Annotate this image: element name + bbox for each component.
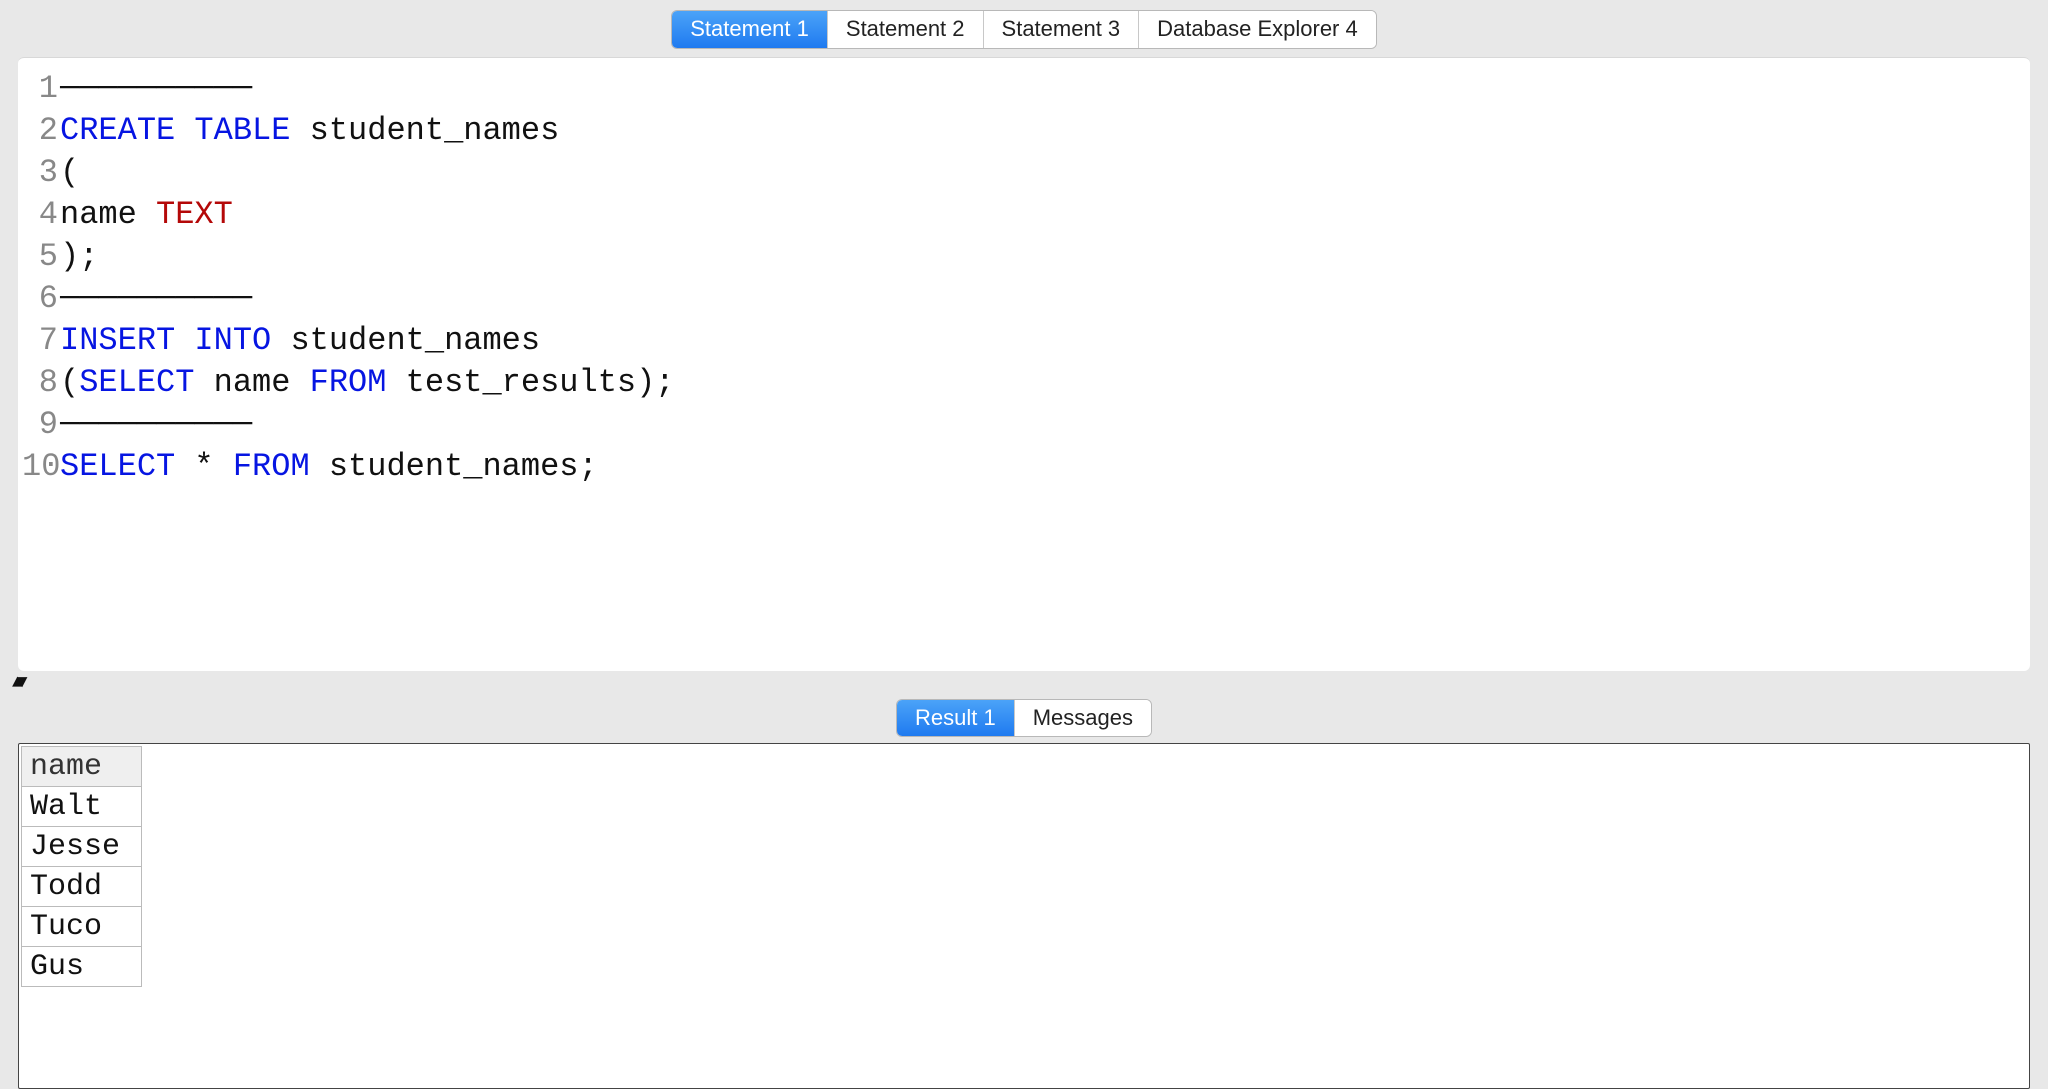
column-header-name[interactable]: name — [22, 747, 142, 787]
cell-name[interactable]: Todd — [22, 867, 142, 907]
top-tab-2[interactable]: Statement 3 — [984, 11, 1140, 48]
top-tab-3[interactable]: Database Explorer 4 — [1139, 11, 1376, 48]
splitter-triangles-icon: ▲▼ — [12, 673, 22, 693]
line-number: 8 — [22, 362, 58, 404]
sql-editor[interactable]: 12345678910 ──────────CREATE TABLE stude… — [18, 57, 2030, 671]
code-line[interactable]: ────────── — [60, 68, 2030, 110]
line-number: 9 — [22, 404, 58, 446]
result-tab-0[interactable]: Result 1 — [897, 700, 1015, 737]
top-tab-0[interactable]: Statement 1 — [672, 11, 828, 48]
code-line[interactable]: ); — [60, 236, 2030, 278]
line-number: 7 — [22, 320, 58, 362]
table-row[interactable]: Jesse — [22, 827, 142, 867]
line-number: 1 — [22, 68, 58, 110]
code-line[interactable]: INSERT INTO student_names — [60, 320, 2030, 362]
line-number: 5 — [22, 236, 58, 278]
table-row[interactable]: Gus — [22, 947, 142, 987]
code-line[interactable]: CREATE TABLE student_names — [60, 110, 2030, 152]
result-panel: nameWaltJesseToddTucoGus — [18, 743, 2030, 1089]
line-number-gutter: 12345678910 — [18, 68, 60, 488]
cell-name[interactable]: Tuco — [22, 907, 142, 947]
code-line[interactable]: ────────── — [60, 404, 2030, 446]
cell-name[interactable]: Walt — [22, 787, 142, 827]
top-tab-1[interactable]: Statement 2 — [828, 11, 984, 48]
top-tab-group: Statement 1Statement 2Statement 3Databas… — [671, 10, 1376, 49]
table-row[interactable]: Todd — [22, 867, 142, 907]
code-line[interactable]: (SELECT name FROM test_results); — [60, 362, 2030, 404]
table-row[interactable]: Walt — [22, 787, 142, 827]
result-tab-group: Result 1Messages — [896, 699, 1152, 738]
code-line[interactable]: ( — [60, 152, 2030, 194]
code-line[interactable]: ────────── — [60, 278, 2030, 320]
result-tab-1[interactable]: Messages — [1015, 700, 1151, 737]
cell-name[interactable]: Gus — [22, 947, 142, 987]
line-number: 3 — [22, 152, 58, 194]
result-tab-bar: Result 1Messages — [0, 695, 2048, 744]
cell-name[interactable]: Jesse — [22, 827, 142, 867]
line-number: 2 — [22, 110, 58, 152]
result-table[interactable]: nameWaltJesseToddTucoGus — [21, 746, 142, 987]
pane-splitter[interactable]: ▲▼ — [0, 671, 2048, 695]
top-tab-bar: Statement 1Statement 2Statement 3Databas… — [0, 0, 2048, 57]
code-line[interactable]: SELECT * FROM student_names; — [60, 446, 2030, 488]
line-number: 4 — [22, 194, 58, 236]
table-row[interactable]: Tuco — [22, 907, 142, 947]
line-number: 6 — [22, 278, 58, 320]
line-number: 10 — [22, 446, 58, 488]
code-area[interactable]: ──────────CREATE TABLE student_names(nam… — [60, 68, 2030, 488]
code-line[interactable]: name TEXT — [60, 194, 2030, 236]
